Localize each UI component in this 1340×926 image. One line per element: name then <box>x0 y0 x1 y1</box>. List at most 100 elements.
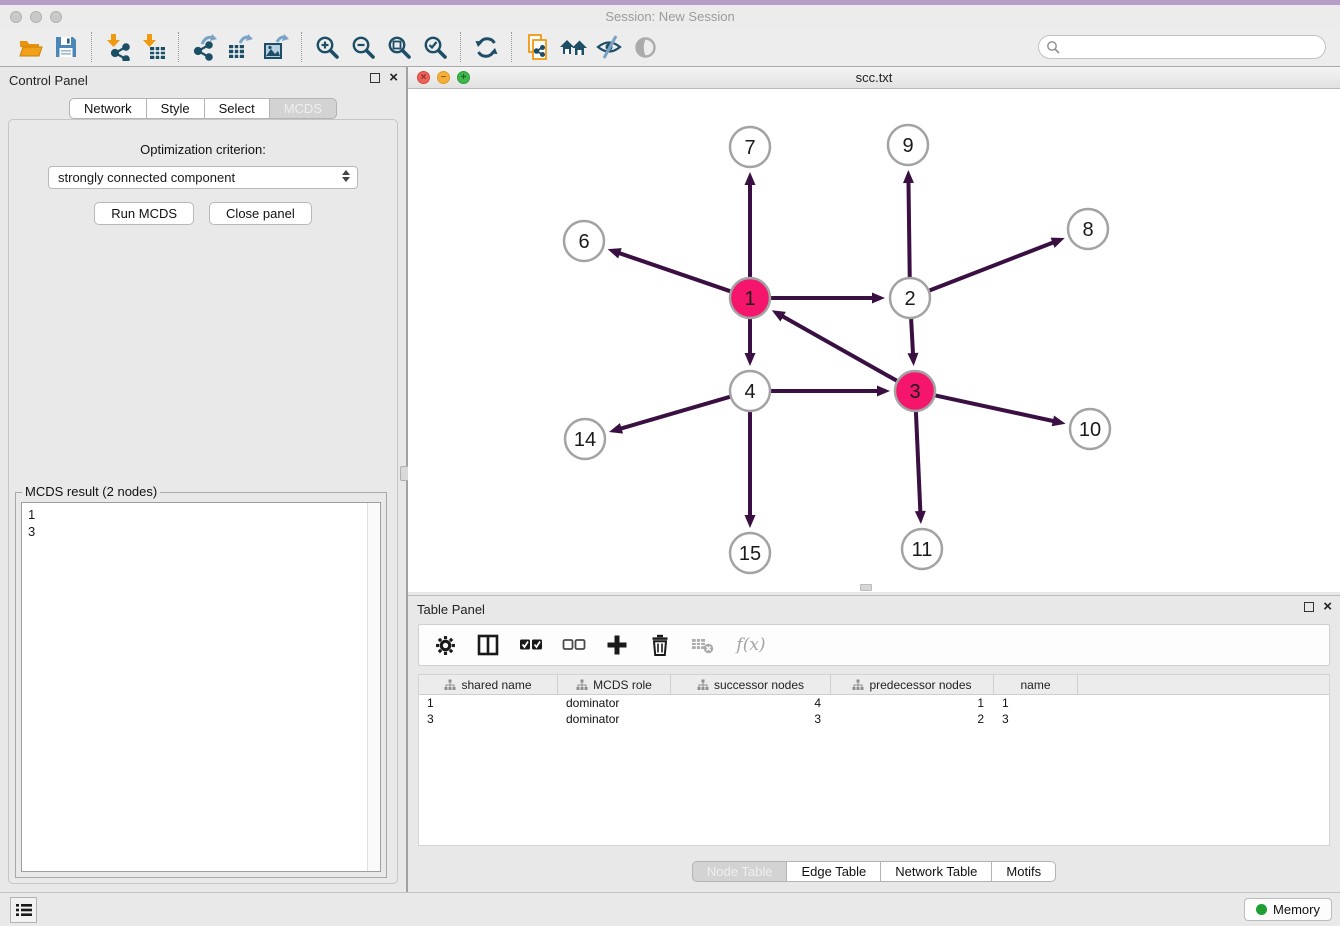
graph-node-label: 8 <box>1082 219 1093 241</box>
cell-predecessor-nodes[interactable]: 2 <box>831 711 994 727</box>
graph-edge-arrow <box>609 423 623 434</box>
close-panel-icon[interactable]: × <box>389 72 398 84</box>
graph-node-label: 10 <box>1079 419 1101 441</box>
save-icon[interactable] <box>48 31 84 63</box>
graph-edge[interactable] <box>916 407 921 513</box>
hierarchy-icon <box>576 679 588 691</box>
hierarchy-icon <box>852 679 864 691</box>
tab-motifs[interactable]: Motifs <box>991 861 1056 882</box>
cell-name[interactable]: 1 <box>994 695 1078 711</box>
horizontal-splitter-grip[interactable] <box>860 584 872 591</box>
search-input[interactable] <box>1038 35 1326 59</box>
settings-gear-icon[interactable] <box>433 633 457 657</box>
column-header-successor-nodes[interactable]: successor nodes <box>671 675 831 694</box>
memory-button[interactable]: Memory <box>1244 898 1332 921</box>
zoom-out-icon[interactable] <box>345 31 381 63</box>
column-header-shared-name[interactable]: shared name <box>419 675 558 694</box>
optimization-criterion-value: strongly connected component <box>58 170 235 185</box>
table-row[interactable]: 3 dominator 3 2 3 <box>419 711 1329 727</box>
column-header-name[interactable]: name <box>994 675 1078 694</box>
graph-edge-arrow <box>745 172 756 185</box>
cell-shared-name[interactable]: 1 <box>419 695 558 711</box>
cell-successor-nodes[interactable]: 3 <box>671 711 831 727</box>
graph-edge-arrow <box>877 386 890 397</box>
cell-name[interactable]: 3 <box>994 711 1078 727</box>
mcds-result-text[interactable]: 1 3 <box>21 502 381 872</box>
graph-edge[interactable] <box>911 314 913 355</box>
select-all-icon[interactable] <box>519 633 543 657</box>
float-table-panel-icon[interactable] <box>1304 602 1314 612</box>
cell-mcds-role[interactable]: dominator <box>558 711 671 727</box>
export-image-icon[interactable] <box>258 31 294 63</box>
graph-edge-arrow <box>1051 238 1065 248</box>
node-table: shared name MCDS role successor nodes pr… <box>418 674 1330 846</box>
graph-edge[interactable] <box>925 242 1055 292</box>
clone-network-icon[interactable] <box>519 31 555 63</box>
graph-node-label: 3 <box>909 381 920 403</box>
graph-node-label: 11 <box>912 539 933 561</box>
control-panel-tabs: Network Style Select MCDS <box>0 98 406 119</box>
split-columns-icon[interactable] <box>476 633 500 657</box>
column-header-predecessor-nodes[interactable]: predecessor nodes <box>831 675 994 694</box>
tab-style[interactable]: Style <box>146 98 205 119</box>
open-folder-icon[interactable] <box>12 31 48 63</box>
network-canvas[interactable]: 7968124314101511 <box>408 89 1340 592</box>
first-neighbors-icon[interactable] <box>555 31 591 63</box>
list-icon <box>16 903 32 917</box>
hierarchy-icon <box>444 679 456 691</box>
table-header-row: shared name MCDS role successor nodes pr… <box>419 675 1329 695</box>
zoom-in-icon[interactable] <box>309 31 345 63</box>
column-header-mcds-role[interactable]: MCDS role <box>558 675 671 694</box>
hide-selected-eye-icon[interactable] <box>591 31 627 63</box>
toolbar-separator <box>178 32 179 62</box>
task-history-button[interactable] <box>10 897 37 923</box>
tab-edge-table[interactable]: Edge Table <box>786 861 881 882</box>
zoom-fit-icon[interactable] <box>381 31 417 63</box>
zoom-selected-icon[interactable] <box>417 31 453 63</box>
network-window-titlebar: × − + scc.txt <box>408 67 1340 89</box>
graph-edge[interactable] <box>781 316 901 383</box>
optimization-criterion-select[interactable]: strongly connected component <box>48 166 358 189</box>
export-table-icon[interactable] <box>222 31 258 63</box>
run-mcds-button[interactable]: Run MCDS <box>94 202 194 225</box>
close-table-panel-icon[interactable]: × <box>1323 601 1332 613</box>
cell-shared-name[interactable]: 3 <box>419 711 558 727</box>
import-table-icon[interactable] <box>135 31 171 63</box>
main-toolbar <box>0 28 1340 67</box>
graph-edge-arrow <box>903 170 914 183</box>
table-row[interactable]: 1 dominator 4 1 1 <box>419 695 1329 711</box>
graph-edge-arrow <box>872 293 885 304</box>
graph-edge[interactable] <box>618 253 735 293</box>
tab-node-table[interactable]: Node Table <box>692 861 788 882</box>
add-column-icon[interactable] <box>605 633 629 657</box>
cell-mcds-role[interactable]: dominator <box>558 695 671 711</box>
result-scrollbar[interactable] <box>367 503 380 871</box>
graph-node-label: 1 <box>744 288 755 310</box>
graph-edge[interactable] <box>931 394 1055 421</box>
memory-label: Memory <box>1273 902 1320 917</box>
refresh-icon[interactable] <box>468 31 504 63</box>
graph-edge-arrow <box>608 248 622 258</box>
delete-table-icon <box>691 633 715 657</box>
show-all-eye-icon[interactable] <box>627 31 663 63</box>
status-bar: Memory <box>0 892 1340 926</box>
network-view-window: × − + scc.txt 7968124314101511 <box>408 67 1340 592</box>
close-panel-button[interactable]: Close panel <box>209 202 312 225</box>
graph-edge[interactable] <box>620 395 735 428</box>
export-network-icon[interactable] <box>186 31 222 63</box>
import-network-icon[interactable] <box>99 31 135 63</box>
graph-node-label: 2 <box>904 288 915 310</box>
toolbar-separator <box>511 32 512 62</box>
app-titlebar: Session: New Session <box>0 5 1340 28</box>
graph-edge[interactable] <box>908 181 909 282</box>
cell-predecessor-nodes[interactable]: 1 <box>831 695 994 711</box>
delete-column-trash-icon[interactable] <box>648 633 672 657</box>
unselect-all-icon[interactable] <box>562 633 586 657</box>
network-window-title: scc.txt <box>408 70 1340 85</box>
float-panel-icon[interactable] <box>370 73 380 83</box>
tab-mcds[interactable]: MCDS <box>269 98 337 119</box>
cell-successor-nodes[interactable]: 4 <box>671 695 831 711</box>
tab-network[interactable]: Network <box>69 98 147 119</box>
tab-network-table[interactable]: Network Table <box>880 861 992 882</box>
tab-select[interactable]: Select <box>204 98 270 119</box>
